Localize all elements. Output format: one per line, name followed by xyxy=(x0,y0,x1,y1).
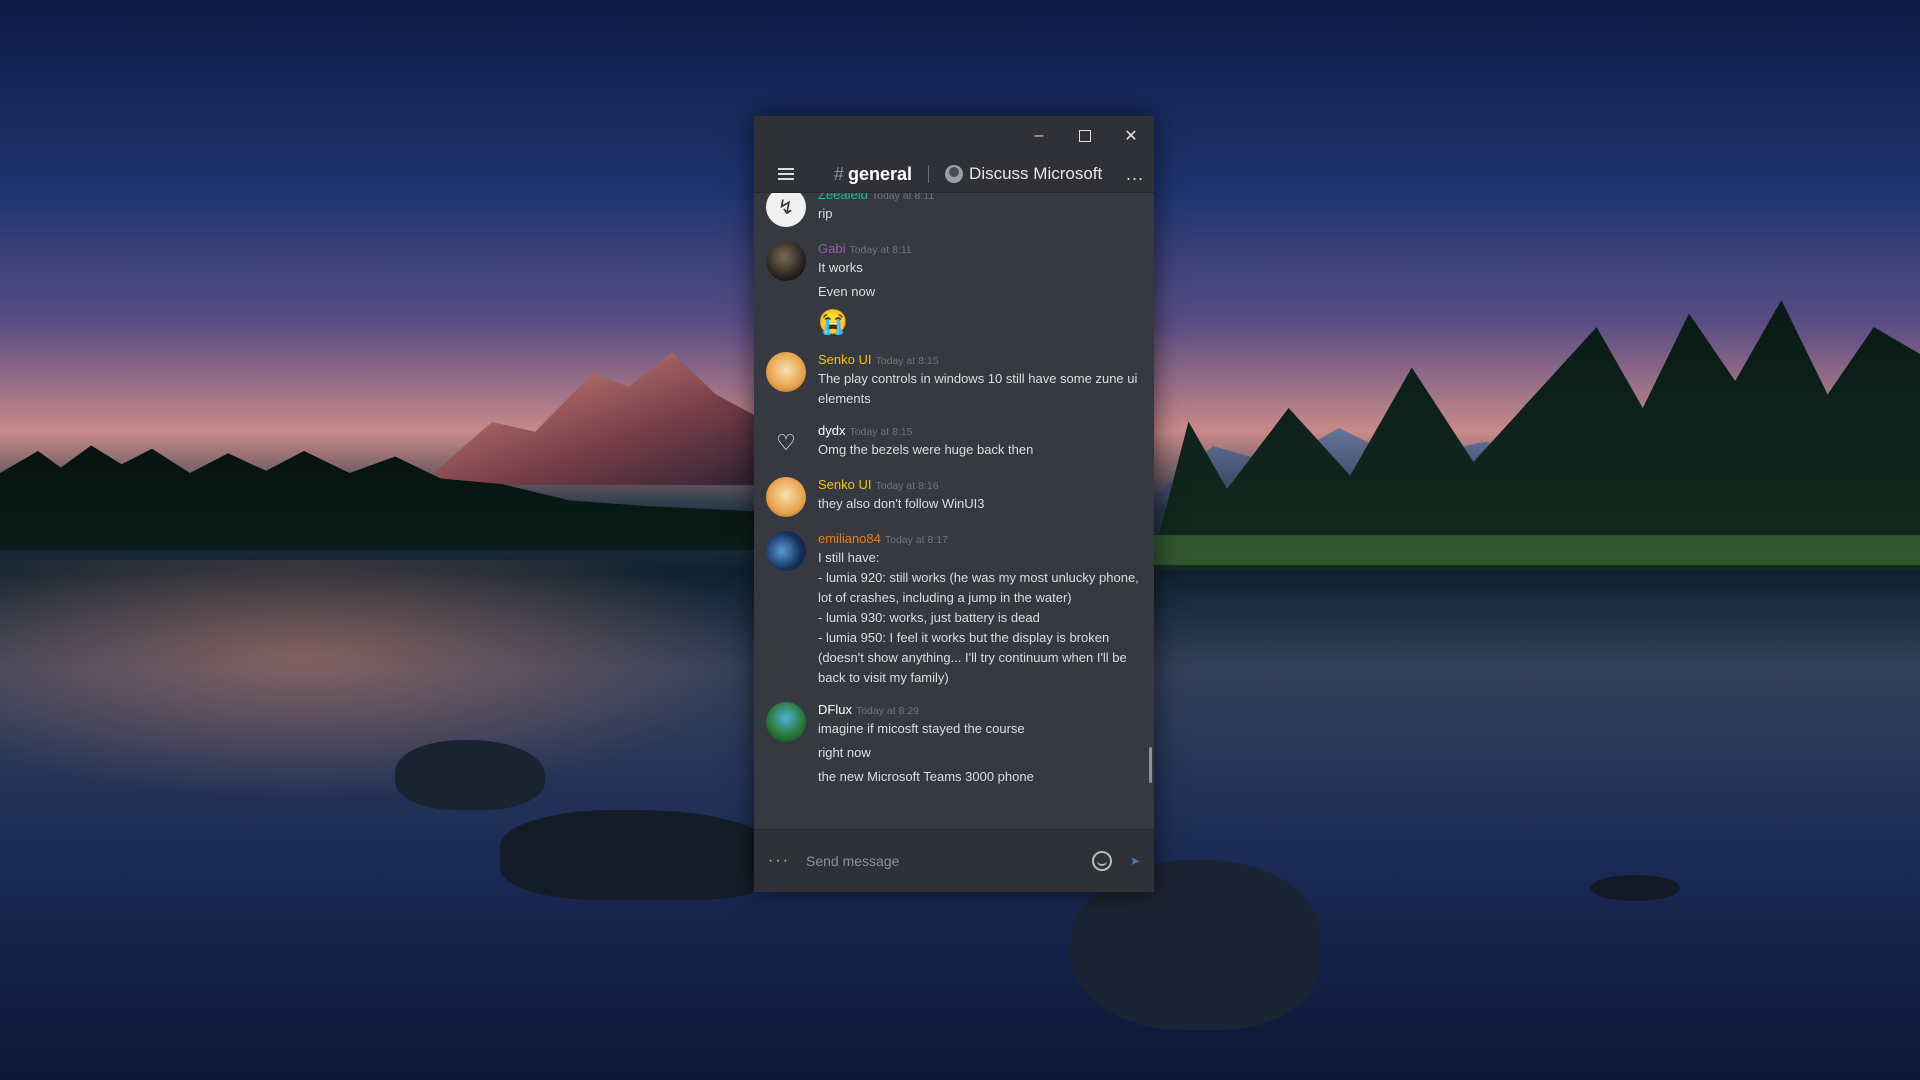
message-text: The play controls in windows 10 still ha… xyxy=(818,371,1138,406)
channel-name[interactable]: general xyxy=(848,164,912,185)
header-divider xyxy=(928,165,930,183)
avatar[interactable] xyxy=(766,352,806,392)
message-author[interactable]: Zeealeid xyxy=(818,193,868,202)
close-icon: ✕ xyxy=(1124,128,1138,145)
attach-more-icon[interactable]: ··· xyxy=(768,852,804,870)
message-timestamp: Today at 8:11 xyxy=(849,244,912,256)
mountain-left xyxy=(420,352,780,485)
avatar[interactable]: ↯ xyxy=(766,193,806,227)
maximize-icon xyxy=(1079,130,1091,142)
avatar[interactable]: ♡ xyxy=(766,423,806,463)
message-timestamp: Today at 8:11 xyxy=(871,193,935,202)
message-timestamp: Today at 8:15 xyxy=(875,355,939,367)
maximize-button[interactable] xyxy=(1062,116,1108,156)
grass-bank xyxy=(1150,535,1920,565)
avatar[interactable] xyxy=(766,241,806,281)
message-author[interactable]: emiliano84 xyxy=(818,531,881,546)
server-icon xyxy=(945,165,964,183)
avatar[interactable] xyxy=(766,702,806,742)
avatar[interactable] xyxy=(766,477,806,517)
message-timestamp: Today at 8:17 xyxy=(884,534,948,546)
message-text: Even now xyxy=(818,284,876,299)
message-text: - lumia 920: still works (he was my most… xyxy=(818,570,1139,605)
message-input[interactable] xyxy=(804,852,1092,870)
server-name[interactable]: Discuss Microsoft xyxy=(969,164,1102,184)
message-text: imagine if micosft stayed the course xyxy=(818,721,1025,736)
rock xyxy=(395,740,545,810)
message: emiliano84 Today at 8:17 I still have: - … xyxy=(766,531,1140,688)
message: Senko UI Today at 8:16 they also don't fo… xyxy=(766,477,1140,517)
message-text: I still have: xyxy=(818,550,880,565)
message-text: rip xyxy=(818,206,833,221)
message-text: - lumia 950: I feel it works but the dis… xyxy=(818,630,1127,685)
hamburger-menu-icon[interactable] xyxy=(778,168,794,180)
minimize-button[interactable]: – xyxy=(1016,116,1062,156)
message-timestamp: Today at 8:29 xyxy=(855,705,919,717)
message-text: Omg the bezels were huge back then xyxy=(818,442,1034,457)
crying-emoji: 😭 xyxy=(818,309,848,336)
channel-hash-icon: # xyxy=(834,163,845,184)
title-bar[interactable]: – ✕ xyxy=(754,116,1154,156)
message-composer: ··· ➤ xyxy=(754,829,1154,892)
message-text: they also don't follow WinUI3 xyxy=(818,496,985,511)
message-timestamp: Today at 8:15 xyxy=(849,426,913,438)
avatar[interactable] xyxy=(766,531,806,571)
message-author[interactable]: Senko UI xyxy=(818,477,871,492)
message-text: It works xyxy=(818,260,863,275)
sunset-reflection xyxy=(0,560,760,800)
channel-header: # general Discuss Microsoft ... xyxy=(754,156,1154,193)
rock xyxy=(1590,875,1680,901)
message: Gabi Today at 8:11 It works Even now 😭 xyxy=(766,241,1140,338)
emoji-picker-icon[interactable] xyxy=(1091,851,1112,871)
message-text: right now xyxy=(818,745,871,760)
rock xyxy=(500,810,780,900)
scrollbar-thumb[interactable] xyxy=(1149,747,1152,783)
minimize-icon: – xyxy=(1034,127,1044,144)
message-author[interactable]: DFlux xyxy=(818,702,852,717)
message: ↯ Zeealeid Today at 8:11 rip xyxy=(766,193,1140,227)
message: ♡ dydx Today at 8:15 Omg the bezels were … xyxy=(766,423,1140,463)
forest-right xyxy=(1150,300,1920,570)
message-list[interactable]: ↯ Zeealeid Today at 8:11 rip Gabi Today at… xyxy=(754,193,1154,829)
message-author[interactable]: Gabi xyxy=(818,241,845,256)
message: DFlux Today at 8:29 imagine if micosft st… xyxy=(766,702,1140,787)
message-author[interactable]: Senko UI xyxy=(818,352,871,367)
chat-window: – ✕ # general Discuss Microsoft ... ↯ Ze… xyxy=(754,116,1154,892)
close-button[interactable]: ✕ xyxy=(1108,116,1154,156)
message-timestamp: Today at 8:16 xyxy=(875,480,939,492)
send-icon[interactable]: ➤ xyxy=(1130,854,1140,868)
message-author[interactable]: dydx xyxy=(818,423,845,438)
more-options-icon[interactable]: ... xyxy=(1126,164,1144,185)
message: Senko UI Today at 8:15 The play controls … xyxy=(766,352,1140,409)
message-text: - lumia 930: works, just battery is dead xyxy=(818,610,1040,625)
message-text: the new Microsoft Teams 3000 phone xyxy=(818,769,1034,784)
